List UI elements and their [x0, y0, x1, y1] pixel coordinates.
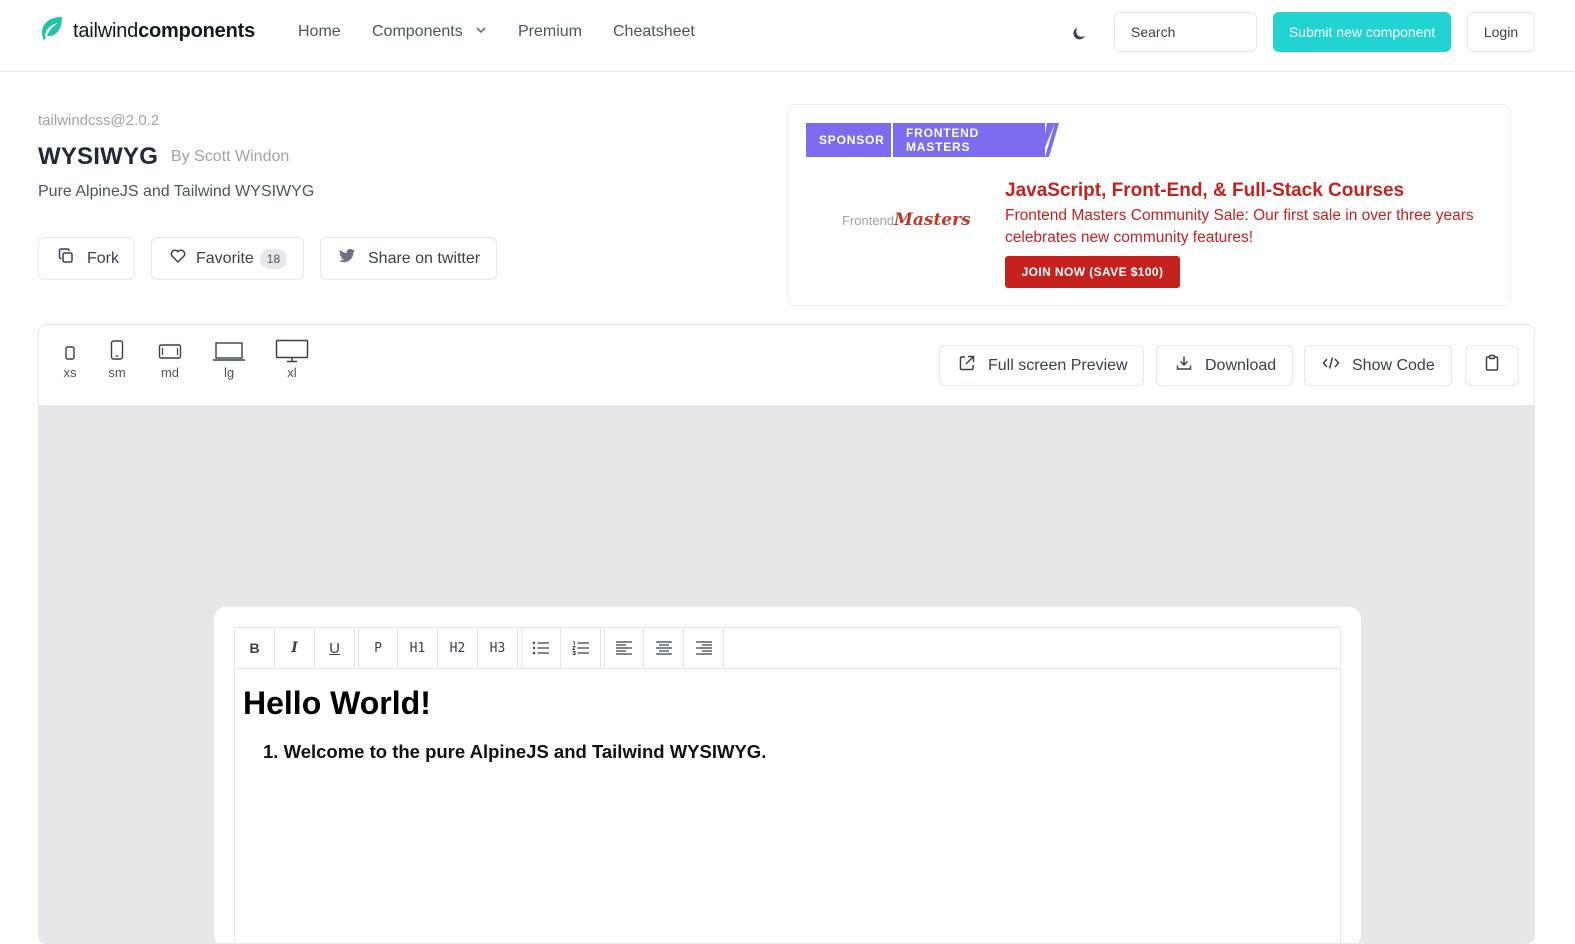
download-icon [1175, 354, 1193, 377]
align-center-button[interactable] [644, 628, 684, 668]
device-md[interactable]: md [157, 339, 183, 380]
join-now-button[interactable]: JOIN NOW (SAVE $100) [1005, 256, 1180, 288]
author-link[interactable]: By Scott Windon [171, 148, 289, 166]
editor-heading[interactable]: Hello World! [243, 685, 431, 722]
clipboard-icon [1483, 354, 1501, 377]
external-link-icon [958, 354, 976, 377]
sponsor-card: SPONSOR FRONTEND MASTERS FrontendMasters… [787, 104, 1511, 306]
copy-code-button[interactable] [1465, 345, 1519, 386]
nav-home[interactable]: Home [298, 22, 341, 42]
device-lg[interactable]: lg [213, 339, 245, 380]
code-icon [1322, 354, 1340, 377]
underline-button[interactable]: U [315, 628, 355, 668]
tag-slash-shape [1041, 123, 1063, 157]
favorite-button[interactable]: Favorite 18 [151, 237, 304, 280]
sponsor-body: Frontend Masters Community Sale: Our fir… [1005, 207, 1474, 246]
login-button[interactable]: Login [1467, 12, 1535, 52]
align-left-icon [616, 641, 632, 655]
bullet-list-icon [532, 641, 549, 655]
editor-toolbar: B I U P H1 H2 H3 [235, 628, 1340, 669]
desktop-monitor-icon [275, 339, 309, 363]
h2-button[interactable]: H2 [438, 628, 478, 668]
twitter-icon [338, 247, 356, 270]
bullet-list-button[interactable] [521, 628, 561, 668]
preview-canvas: B I U P H1 H2 H3 Hello World! 1. Welcome… [39, 405, 1534, 943]
component-description: Pure AlpineJS and Tailwind WYSIWYG [38, 183, 315, 200]
share-twitter-button[interactable]: Share on twitter [320, 237, 497, 280]
editor-list-item[interactable]: 1. Welcome to the pure AlpineJS and Tail… [263, 741, 766, 763]
top-navbar: tailwindcomponents Home Components Premi… [0, 0, 1575, 72]
device-xs[interactable]: xs [63, 339, 77, 380]
nav-components[interactable]: Components [372, 22, 487, 42]
wysiwyg-editor: B I U P H1 H2 H3 Hello World! 1. Welcome… [214, 607, 1361, 943]
sponsor-headline[interactable]: JavaScript, Front-End, & Full-Stack Cour… [1005, 180, 1404, 202]
laptop-icon [213, 342, 245, 361]
phone-small-icon [65, 346, 75, 360]
align-center-icon [655, 641, 672, 655]
device-label: lg [223, 365, 235, 380]
align-right-icon [695, 641, 712, 655]
editor-frame: B I U P H1 H2 H3 Hello World! 1. Welcome… [234, 627, 1341, 943]
bold-button[interactable]: B [235, 628, 275, 668]
fullscreen-preview-button[interactable]: Full screen Preview [939, 345, 1144, 386]
show-code-button[interactable]: Show Code [1304, 345, 1452, 386]
nav-cheatsheet[interactable]: Cheatsheet [613, 22, 695, 42]
tablet-landscape-icon [158, 344, 182, 359]
download-label: Download [1205, 356, 1277, 374]
share-label: Share on twitter [368, 249, 481, 267]
fullscreen-label: Full screen Preview [988, 356, 1128, 374]
download-button[interactable]: Download [1156, 345, 1293, 386]
brand-logo[interactable]: tailwindcomponents [38, 16, 255, 46]
fork-button[interactable]: Fork [38, 237, 135, 280]
device-label: xs [63, 365, 77, 380]
favorite-label: Favorite [196, 249, 254, 267]
heart-icon [169, 247, 187, 270]
chevron-down-icon [475, 22, 487, 42]
sponsor-name-tag: FRONTEND MASTERS [893, 123, 1045, 157]
show-code-label: Show Code [1352, 356, 1435, 374]
frontend-masters-logo[interactable]: FrontendMasters [842, 210, 971, 230]
sponsor-tag: SPONSOR [806, 123, 891, 157]
nav-components-label: Components [372, 23, 463, 41]
paragraph-button[interactable]: P [358, 628, 398, 668]
nav-premium[interactable]: Premium [518, 22, 582, 42]
moon-icon[interactable] [1071, 24, 1089, 42]
favorite-count-badge: 18 [259, 248, 288, 269]
brand-name: tailwindcomponents [73, 19, 256, 42]
page-title: WYSIWYG [38, 143, 159, 170]
device-label: sm [108, 365, 126, 380]
numbered-list-icon [571, 641, 589, 655]
submit-component-button[interactable]: Submit new component [1273, 12, 1451, 52]
align-left-button[interactable] [604, 628, 644, 668]
leaf-icon [38, 15, 66, 48]
h1-button[interactable]: H1 [398, 628, 438, 668]
italic-button[interactable]: I [275, 628, 315, 668]
tailwind-version: tailwindcss@2.0.2 [38, 112, 160, 129]
phone-icon [110, 340, 124, 360]
device-sm[interactable]: sm [107, 339, 127, 380]
search-input[interactable] [1114, 12, 1257, 52]
copy-icon [57, 247, 75, 270]
device-label: xl [287, 365, 297, 380]
device-xl[interactable]: xl [275, 339, 309, 380]
h3-button[interactable]: H3 [478, 628, 518, 668]
align-right-button[interactable] [684, 628, 724, 668]
device-label: md [160, 365, 180, 380]
preview-panel: xs sm md lg xl Full screen Preview Downl… [38, 324, 1535, 944]
fork-label: Fork [87, 249, 119, 267]
numbered-list-button[interactable] [561, 628, 601, 668]
